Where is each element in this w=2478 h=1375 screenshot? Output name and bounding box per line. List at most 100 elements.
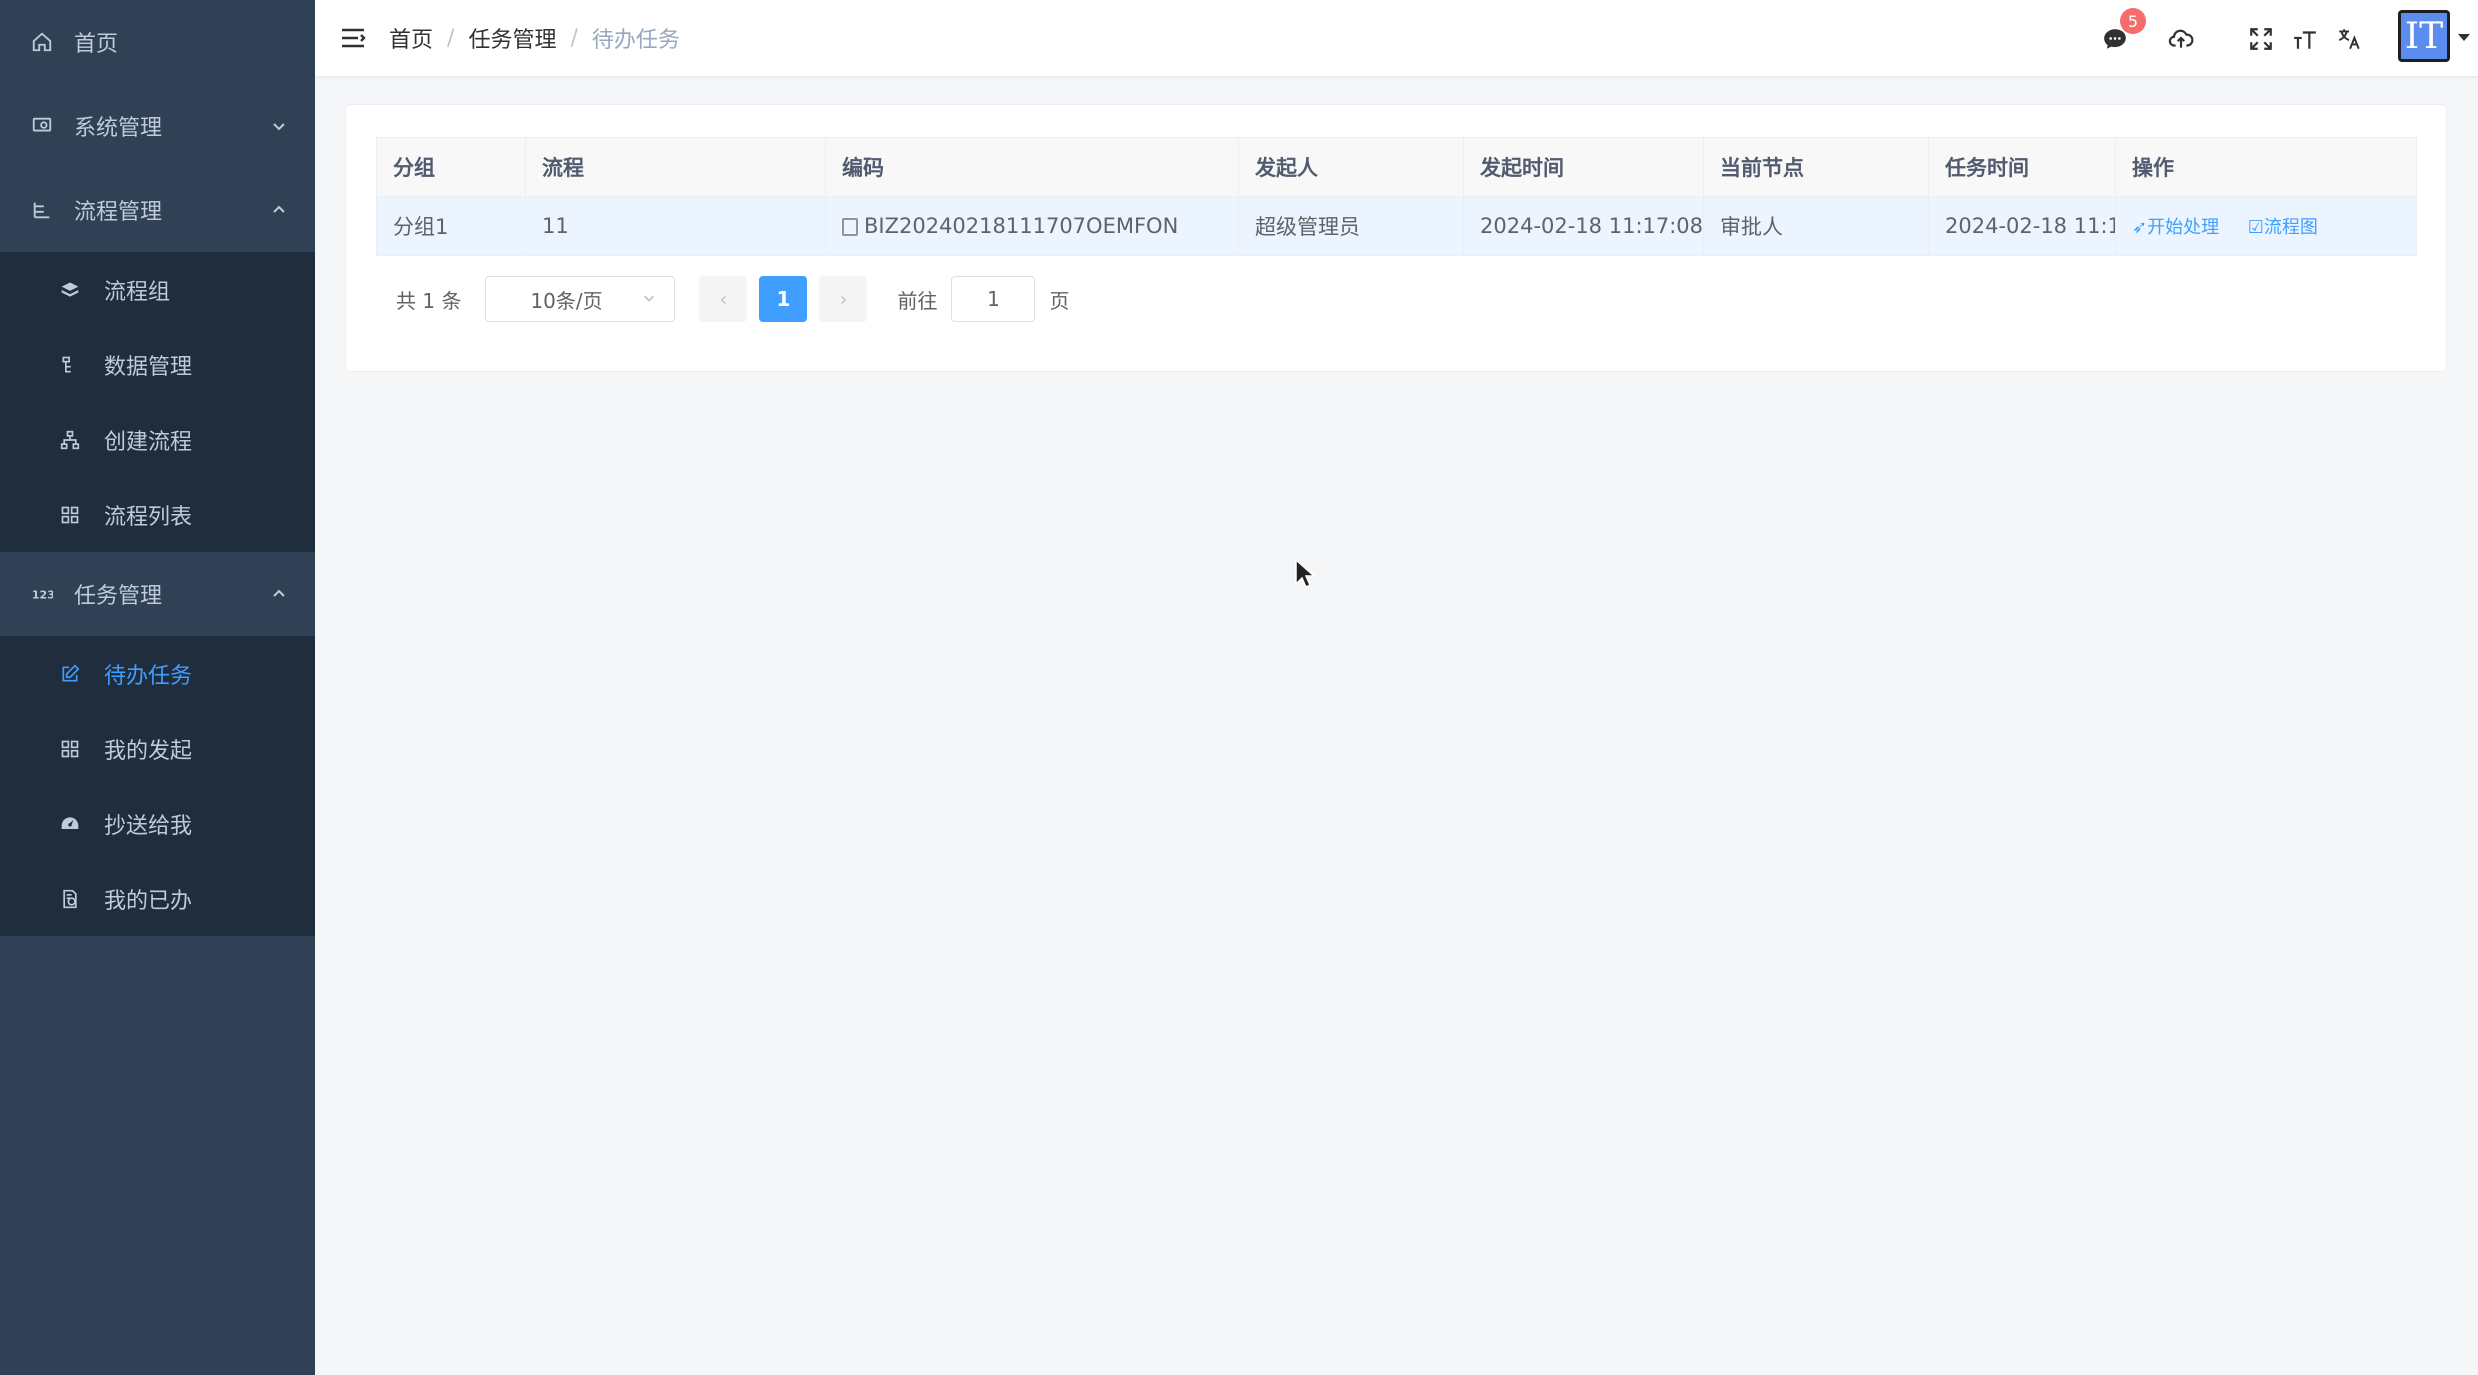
translate-icon: [2338, 29, 2360, 50]
cell-actions: ➶开始处理 ☑流程图: [2115, 196, 2417, 256]
menu-label-home: 首页: [74, 32, 119, 57]
chevron-left-icon: ‹: [719, 287, 728, 311]
notification-badge: 5: [2120, 8, 2146, 34]
right-menu: 5 IT: [2078, 0, 2478, 76]
sidebar-item-label: 流程列表: [104, 504, 193, 530]
menu-label-process: 流程管理: [74, 200, 163, 225]
grid-icon: [58, 737, 82, 761]
monitor-icon: [30, 114, 54, 138]
font-size-button[interactable]: [2290, 24, 2320, 54]
dashboard-icon: [58, 812, 82, 836]
sidebar-item-my-done[interactable]: 我的已办: [0, 861, 315, 936]
sidebar-item-data-management[interactable]: 数据管理: [0, 327, 315, 402]
svg-text:123: 123: [32, 589, 53, 602]
message-button[interactable]: 5: [2100, 8, 2146, 54]
checkbox-icon: ☑: [2247, 217, 2264, 238]
start-processing-button[interactable]: ➶开始处理: [2132, 217, 2219, 238]
sidebar-item-cc-to-me[interactable]: 抄送给我: [0, 786, 315, 861]
cell-task-time: 2024-02-18 11:17:: [1928, 196, 2116, 256]
cell-current-node: 审批人: [1703, 196, 1929, 256]
column-header: 发起时间: [1463, 137, 1704, 197]
cell-start-time: 2024-02-18 11:17:08: [1463, 196, 1704, 256]
breadcrumb-separator: /: [447, 25, 455, 51]
table-header-row: 分组 流程 编码 发起人 发起时间 当前节点 任务时间 操作: [376, 137, 2417, 197]
menu-item-system[interactable]: 系统管理: [0, 84, 315, 168]
edit-icon: [58, 662, 82, 686]
menu-label-system: 系统管理: [74, 116, 163, 141]
task-list-card: 分组 流程 编码 发起人 发起时间 当前节点 任务时间 操作 分组1 11 BI…: [345, 104, 2447, 372]
submenu-task: 待办任务 我的发起 抄送给我 我的已办: [0, 636, 315, 936]
submenu-process: 流程组 数据管理 创建流程 流程列表: [0, 252, 315, 552]
column-header: 发起人: [1238, 137, 1464, 197]
sidebar-item-my-initiated[interactable]: 我的发起: [0, 711, 315, 786]
goto-page-input[interactable]: 1: [951, 276, 1036, 322]
chevron-down-icon: [273, 123, 285, 131]
caret-down-icon[interactable]: [2458, 34, 2470, 41]
column-header: 分组: [376, 137, 526, 197]
fullscreen-button[interactable]: [2246, 24, 2276, 54]
home-icon: [30, 30, 54, 54]
column-header: 任务时间: [1928, 137, 2116, 197]
cell-process: 11: [525, 196, 826, 256]
document-check-icon: [58, 887, 82, 911]
copy-icon[interactable]: [842, 218, 858, 236]
sidebar-item-label: 数据管理: [104, 354, 193, 380]
breadcrumb-home[interactable]: 首页: [389, 22, 433, 54]
sidebar-item-todo[interactable]: 待办任务: [0, 636, 315, 711]
database-tree-icon: [58, 353, 82, 377]
breadcrumb-separator: /: [570, 25, 578, 51]
grid-icon: [58, 503, 82, 527]
hamburger-menu-icon[interactable]: [339, 24, 367, 52]
sidebar-item-label: 待办任务: [104, 663, 193, 689]
column-header: 操作: [2115, 137, 2417, 197]
column-header: 当前节点: [1703, 137, 1929, 197]
page-number-1[interactable]: 1: [759, 276, 808, 322]
column-header: 编码: [825, 137, 1239, 197]
chevron-up-icon: [273, 205, 285, 213]
tree-icon: [30, 198, 54, 222]
page-suffix-label: 页: [1049, 288, 1070, 313]
breadcrumb-current: 待办任务: [591, 28, 680, 53]
cloud-upload-icon: [2168, 29, 2194, 48]
navbar: 首页 / 任务管理 / 待办任务 5 IT: [315, 0, 2478, 76]
fullscreen-icon: [2250, 28, 2272, 50]
task-table: 分组 流程 编码 发起人 发起时间 当前节点 任务时间 操作 分组1 11 BI…: [376, 137, 2417, 256]
menu-item-task[interactable]: 123 任务管理: [0, 552, 315, 636]
sidebar: 首页 系统管理 流程管理 流程组 数据管理 创建流程 流程列表 123 任务管理…: [0, 0, 315, 1375]
language-button[interactable]: [2334, 24, 2364, 54]
prev-page-button[interactable]: ‹: [699, 276, 748, 322]
sidebar-item-label: 创建流程: [104, 429, 193, 455]
page-size-select[interactable]: 10条/页: [485, 276, 676, 322]
sidebar-item-label: 流程组: [104, 279, 171, 305]
font-size-icon: [2294, 31, 2316, 49]
cell-group: 分组1: [376, 196, 526, 256]
cell-initiator: 超级管理员: [1238, 196, 1464, 256]
sidebar-item-label: 我的已办: [104, 888, 193, 914]
chevron-right-icon: ›: [839, 287, 848, 311]
sidebar-item-create-process[interactable]: 创建流程: [0, 402, 315, 477]
cell-code: BIZ20240218111707OEMFON: [825, 196, 1239, 256]
user-avatar[interactable]: IT: [2398, 10, 2450, 62]
next-page-button[interactable]: ›: [819, 276, 868, 322]
breadcrumb: 首页 / 任务管理 / 待办任务: [389, 0, 680, 76]
menu-item-process[interactable]: 流程管理: [0, 168, 315, 252]
layers-icon: [58, 278, 82, 302]
menu-label-task: 任务管理: [74, 584, 163, 609]
sidebar-item-process-list[interactable]: 流程列表: [0, 477, 315, 552]
table-row[interactable]: 分组1 11 BIZ20240218111707OEMFON 超级管理员 202…: [376, 196, 2417, 256]
page-size-value: 10条/页: [530, 288, 603, 313]
flowchart-label: 流程图: [2263, 217, 2318, 238]
sidebar-item-label: 抄送给我: [104, 813, 193, 839]
flowchart-button[interactable]: ☑流程图: [2248, 217, 2318, 238]
breadcrumb-task-management[interactable]: 任务管理: [468, 22, 556, 54]
upload-button[interactable]: [2166, 24, 2196, 54]
org-chart-icon: [58, 428, 82, 452]
send-icon: ➶: [2132, 217, 2148, 238]
sidebar-item-process-group[interactable]: 流程组: [0, 252, 315, 327]
menu-item-home[interactable]: 首页: [0, 0, 315, 84]
chevron-up-icon: [273, 589, 285, 597]
sidebar-item-label: 我的发起: [104, 738, 193, 764]
number-icon: 123: [30, 582, 54, 606]
pagination: 共 1 条 10条/页 ‹ 1 › 前往 1 页: [396, 275, 1069, 323]
code-text: BIZ20240218111707OEMFON: [864, 214, 1179, 238]
